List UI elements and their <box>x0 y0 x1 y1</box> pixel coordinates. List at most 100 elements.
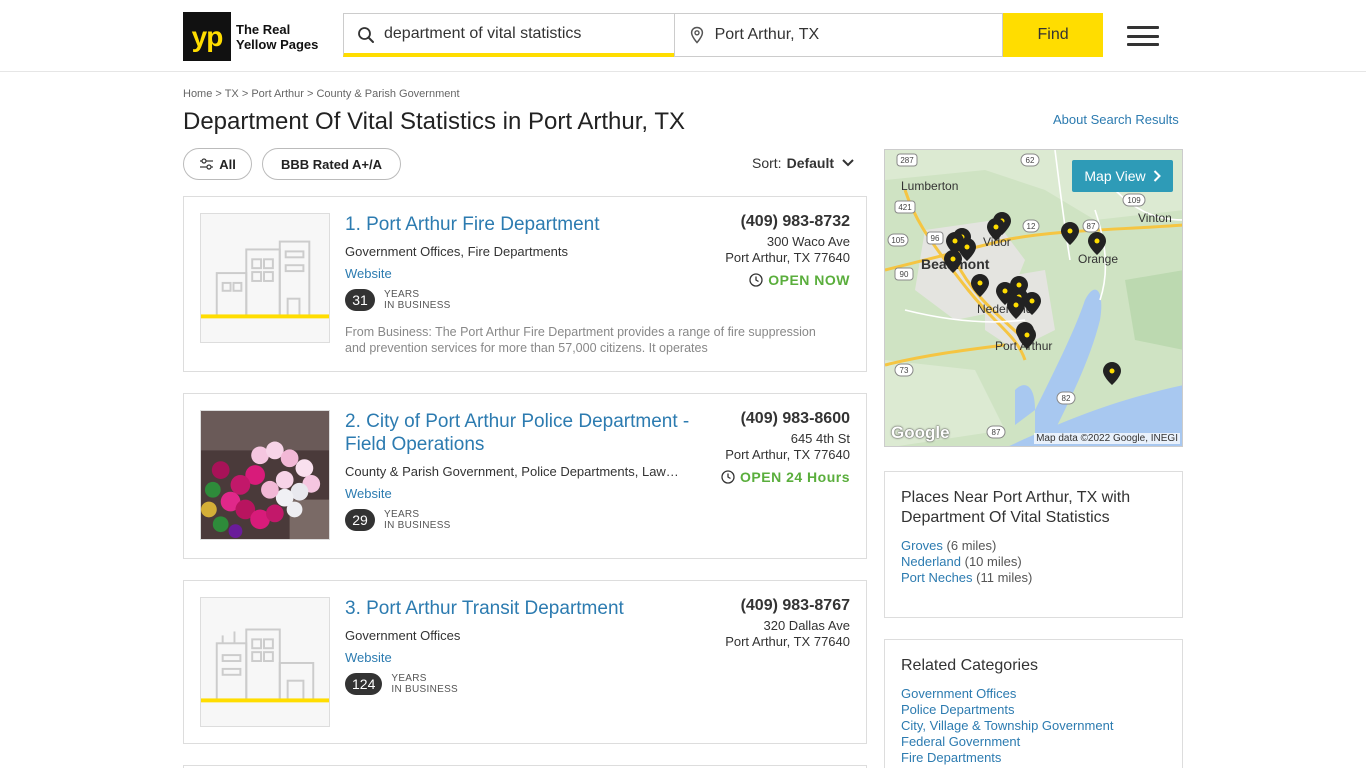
list-item: Federal Government <box>901 734 1113 750</box>
page-title: Department Of Vital Statistics in Port A… <box>183 108 685 135</box>
result-snippet: From Business: The Port Arthur Fire Depa… <box>345 325 816 355</box>
search-what-input[interactable] <box>344 14 674 53</box>
result-phone[interactable]: (409) 983-8767 <box>741 597 850 615</box>
related-category-link[interactable]: Police Departments <box>901 702 1014 717</box>
route-number: 12 <box>1027 222 1036 231</box>
route-number: 90 <box>900 270 909 279</box>
search-what-field <box>343 13 674 57</box>
years-label-line-2: IN BUSINESS <box>384 520 451 531</box>
yp-logo[interactable]: yp The Real Yellow Pages <box>183 12 321 61</box>
route-number: 96 <box>931 234 940 243</box>
related-category-link[interactable]: City, Village & Township Government <box>901 718 1113 733</box>
result-name-line-2: Field Operations <box>345 434 485 455</box>
search-where-input[interactable] <box>674 14 1003 56</box>
place-distance: (6 miles) <box>946 538 997 553</box>
menu-bar <box>1127 43 1159 46</box>
route-shield: 87 <box>986 425 1006 439</box>
places-near-title-line-1: Places Near Port Arthur, TX with <box>901 489 1131 506</box>
place-link[interactable]: Groves <box>901 538 943 553</box>
hamburger-menu-icon[interactable] <box>1127 26 1159 46</box>
place-link[interactable]: Nederland <box>901 554 961 569</box>
yp-logo-text: The Real Yellow Pages <box>236 22 318 52</box>
related-categories-panel: Related Categories Government Offices Po… <box>884 639 1183 768</box>
years-in-business: 124 YEARS IN BUSINESS <box>345 673 458 695</box>
places-near-panel: Places Near Port Arthur, TX with Departm… <box>884 471 1183 618</box>
route-number: 62 <box>1026 156 1035 165</box>
map-view-label: Map View <box>1084 168 1146 184</box>
places-near-list: Groves (6 miles) Nederland (10 miles) Po… <box>901 538 1032 586</box>
breadcrumb-separator: > <box>306 88 314 100</box>
yp-logo-mark: yp <box>183 12 231 61</box>
logo-line-1: The Real <box>236 21 291 37</box>
chevron-right-icon <box>1153 170 1161 182</box>
years-label-line-1: YEARS <box>384 289 420 300</box>
list-item: Fire Departments <box>901 750 1113 766</box>
result-name-link[interactable]: 2. City of Port Arthur Police Department… <box>345 410 689 456</box>
related-categories-title: Related Categories <box>901 657 1038 674</box>
result-phone[interactable]: (409) 983-8600 <box>741 410 850 428</box>
find-button[interactable]: Find <box>1003 13 1103 57</box>
breadcrumb-city[interactable]: Port Arthur <box>251 88 304 100</box>
sort-label: Sort: <box>752 155 782 171</box>
result-card: 3. Port Arthur Transit Department Govern… <box>183 580 867 744</box>
route-shield: 90 <box>894 267 914 281</box>
related-category-link[interactable]: Government Offices <box>901 686 1016 701</box>
result-card: 2. City of Port Arthur Police Department… <box>183 393 867 559</box>
breadcrumb-home[interactable]: Home <box>183 88 212 100</box>
result-website-link[interactable]: Website <box>345 650 392 665</box>
map-view-button[interactable]: Map View <box>1072 160 1173 192</box>
list-item: City, Village & Township Government <box>901 718 1113 734</box>
place-distance: (11 miles) <box>976 570 1033 585</box>
building-placeholder-image <box>200 597 330 727</box>
result-phone[interactable]: (409) 983-8732 <box>741 213 850 231</box>
filter-all-button[interactable]: All <box>183 148 252 180</box>
filter-bbb-button[interactable]: BBB Rated A+/A <box>262 148 401 180</box>
route-number: 421 <box>898 203 912 212</box>
years-in-business: 29 YEARS IN BUSINESS <box>345 509 451 531</box>
open-status-text: OPEN NOW <box>768 272 850 288</box>
map-credit: Map data ©2022 Google, INEGI <box>1034 433 1180 444</box>
map-label-orange: Orange <box>1078 252 1118 266</box>
route-number: 73 <box>900 366 909 375</box>
about-search-results-link[interactable]: About Search Results <box>1053 112 1179 127</box>
breadcrumb: Home > TX > Port Arthur > County & Paris… <box>183 88 460 100</box>
related-category-link[interactable]: Federal Government <box>901 734 1020 749</box>
clock-icon <box>721 470 735 484</box>
results-map[interactable]: Lumberton Vidor Vinton Orange Beaumont N… <box>884 149 1183 447</box>
route-number: 109 <box>1127 196 1141 205</box>
menu-bar <box>1127 26 1159 29</box>
result-categories: County & Parish Government, Police Depar… <box>345 464 679 479</box>
open-status: OPEN NOW <box>749 272 850 288</box>
chevron-down-icon <box>842 159 854 167</box>
beads-photo-image <box>201 411 329 539</box>
place-link[interactable]: Port Neches <box>901 570 973 585</box>
years-label-line-2: IN BUSINESS <box>391 684 459 695</box>
result-photo <box>200 410 330 540</box>
route-number: 87 <box>992 428 1001 437</box>
sliders-icon <box>200 158 214 170</box>
map-label-lumberton: Lumberton <box>901 179 958 193</box>
result-website-link[interactable]: Website <box>345 266 392 281</box>
result-name-link[interactable]: 3. Port Arthur Transit Department <box>345 597 624 620</box>
list-item: Port Neches (11 miles) <box>901 570 1032 586</box>
place-distance: (10 miles) <box>964 554 1022 569</box>
breadcrumb-state[interactable]: TX <box>225 88 239 100</box>
route-shield: 87 <box>1082 219 1100 233</box>
building-placeholder-image <box>200 213 330 343</box>
related-category-link[interactable]: Fire Departments <box>901 750 1001 765</box>
result-street: 320 Dallas Ave <box>763 618 851 633</box>
route-number: 87 <box>1087 222 1096 231</box>
breadcrumb-category[interactable]: County & Parish Government <box>316 88 459 100</box>
route-shield: 82 <box>1056 391 1076 405</box>
result-city: Port Arthur, TX 77640 <box>725 447 850 462</box>
breadcrumb-separator: > <box>241 88 249 100</box>
search-bar: Find <box>343 13 1103 57</box>
result-website-link[interactable]: Website <box>345 486 392 501</box>
route-shield: 73 <box>894 363 914 377</box>
years-count-badge: 124 <box>345 673 383 695</box>
result-name-link[interactable]: 1. Port Arthur Fire Department <box>345 213 600 236</box>
sort-dropdown[interactable]: Sort: Default <box>752 155 854 171</box>
filter-all-label: All <box>219 156 236 172</box>
route-shield: 421 <box>894 200 916 214</box>
route-shield: 287 <box>896 153 918 167</box>
